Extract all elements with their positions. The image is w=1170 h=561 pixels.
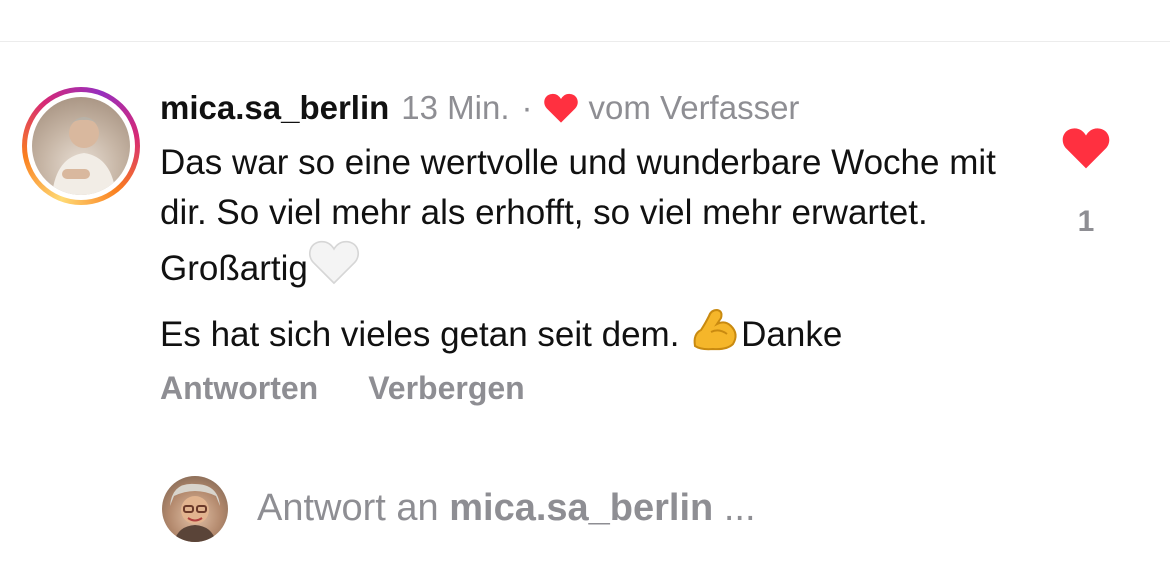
comment-paragraph-2: Es hat sich vieles getan seit dem. Danke: [160, 304, 1020, 360]
commenter-avatar[interactable]: [22, 87, 140, 205]
reply-input[interactable]: Antwort an mica.sa_berlin ...: [257, 487, 756, 530]
current-user-avatar-illustration: [170, 483, 220, 542]
timestamp: 13 Min.: [401, 89, 510, 126]
comment-line-1-text: Das war so eine wertvolle und wunderbare…: [160, 143, 996, 288]
current-user-avatar: [162, 476, 228, 542]
comment-line-2-start: Es hat sich vieles getan seit dem.: [160, 315, 690, 354]
reply-target-username: mica.sa_berlin: [449, 487, 714, 529]
comment-meta: mica.sa_berlin 13 Min. · vom Verfasser: [160, 86, 1020, 130]
like-column: 1: [1058, 126, 1114, 239]
reply-prefix: Antwort an: [257, 487, 450, 529]
reply-suffix: ...: [713, 487, 756, 529]
meta-separator: ·: [521, 89, 533, 126]
comment-line-2-end: Danke: [741, 315, 843, 354]
comment-text: Das war so eine wertvolle und wunderbare…: [160, 138, 1020, 360]
username-link[interactable]: mica.sa_berlin: [160, 86, 389, 130]
like-heart-icon[interactable]: [1061, 126, 1111, 170]
like-count: 1: [1077, 205, 1095, 238]
liked-by-author-label: vom Verfasser: [588, 89, 800, 126]
hide-button[interactable]: Verbergen: [368, 370, 525, 406]
reply-button[interactable]: Antworten: [160, 370, 318, 406]
comment-body: mica.sa_berlin 13 Min. · vom Verfasser D…: [160, 86, 1020, 360]
comment-actions: Antworten Verbergen: [160, 370, 525, 407]
avatar-person-illustration: [52, 117, 116, 195]
white-heart-emoji-icon: [308, 240, 359, 285]
author-liked-heart-icon: [543, 93, 578, 123]
comment-paragraph-1: Das war so eine wertvolle und wunderbare…: [160, 138, 1020, 294]
avatar-photo: [32, 97, 130, 195]
top-divider: [0, 41, 1170, 42]
flexed-biceps-emoji-icon: [693, 308, 737, 351]
